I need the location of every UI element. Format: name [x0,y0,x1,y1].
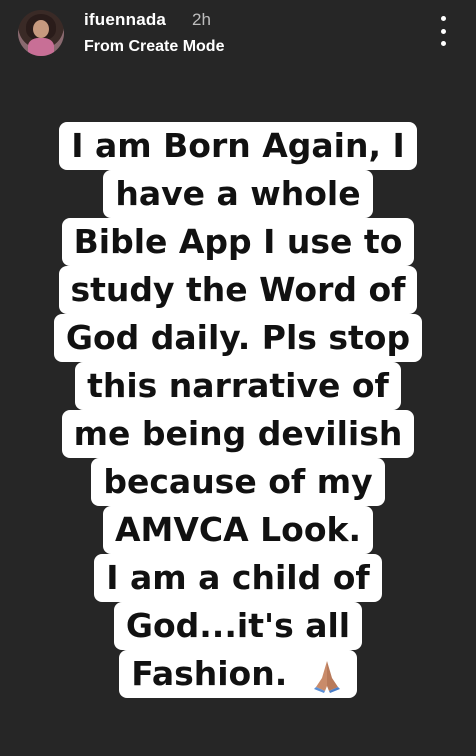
story-line: study the Word of [58,266,418,314]
story-line: I am a child of [94,554,382,602]
story-line: AMVCA Look. [102,506,374,554]
story-header: ifuennada 2h From Create Mode [0,0,476,70]
dot [440,41,446,46]
story-line-last: Fashion. [119,650,357,698]
avatar-body [28,38,54,56]
story-source-label: From Create Mode [84,38,225,55]
dot [440,28,446,34]
avatar-face [33,20,49,38]
dot [440,16,446,21]
story-text: I am Born Again, I have a whole Bible Ap… [0,122,476,698]
story-line: God...it's all [113,602,363,650]
story-line: Bible App I use to [61,218,415,266]
post-time: 2h [192,10,211,29]
story-line: have a whole [103,170,373,218]
story-line-text: Fashion. [131,654,288,693]
story-line: me being devilish [61,410,415,458]
more-options-icon[interactable] [432,16,454,46]
story-line: God daily. Pls stop [53,314,423,362]
story-line: I am Born Again, I [59,122,417,170]
folded-hands-icon [313,660,340,693]
username[interactable]: ifuennada [84,10,166,30]
story-line: because of my [91,458,385,506]
story-line: this narrative of [75,362,401,410]
avatar[interactable] [18,10,64,56]
